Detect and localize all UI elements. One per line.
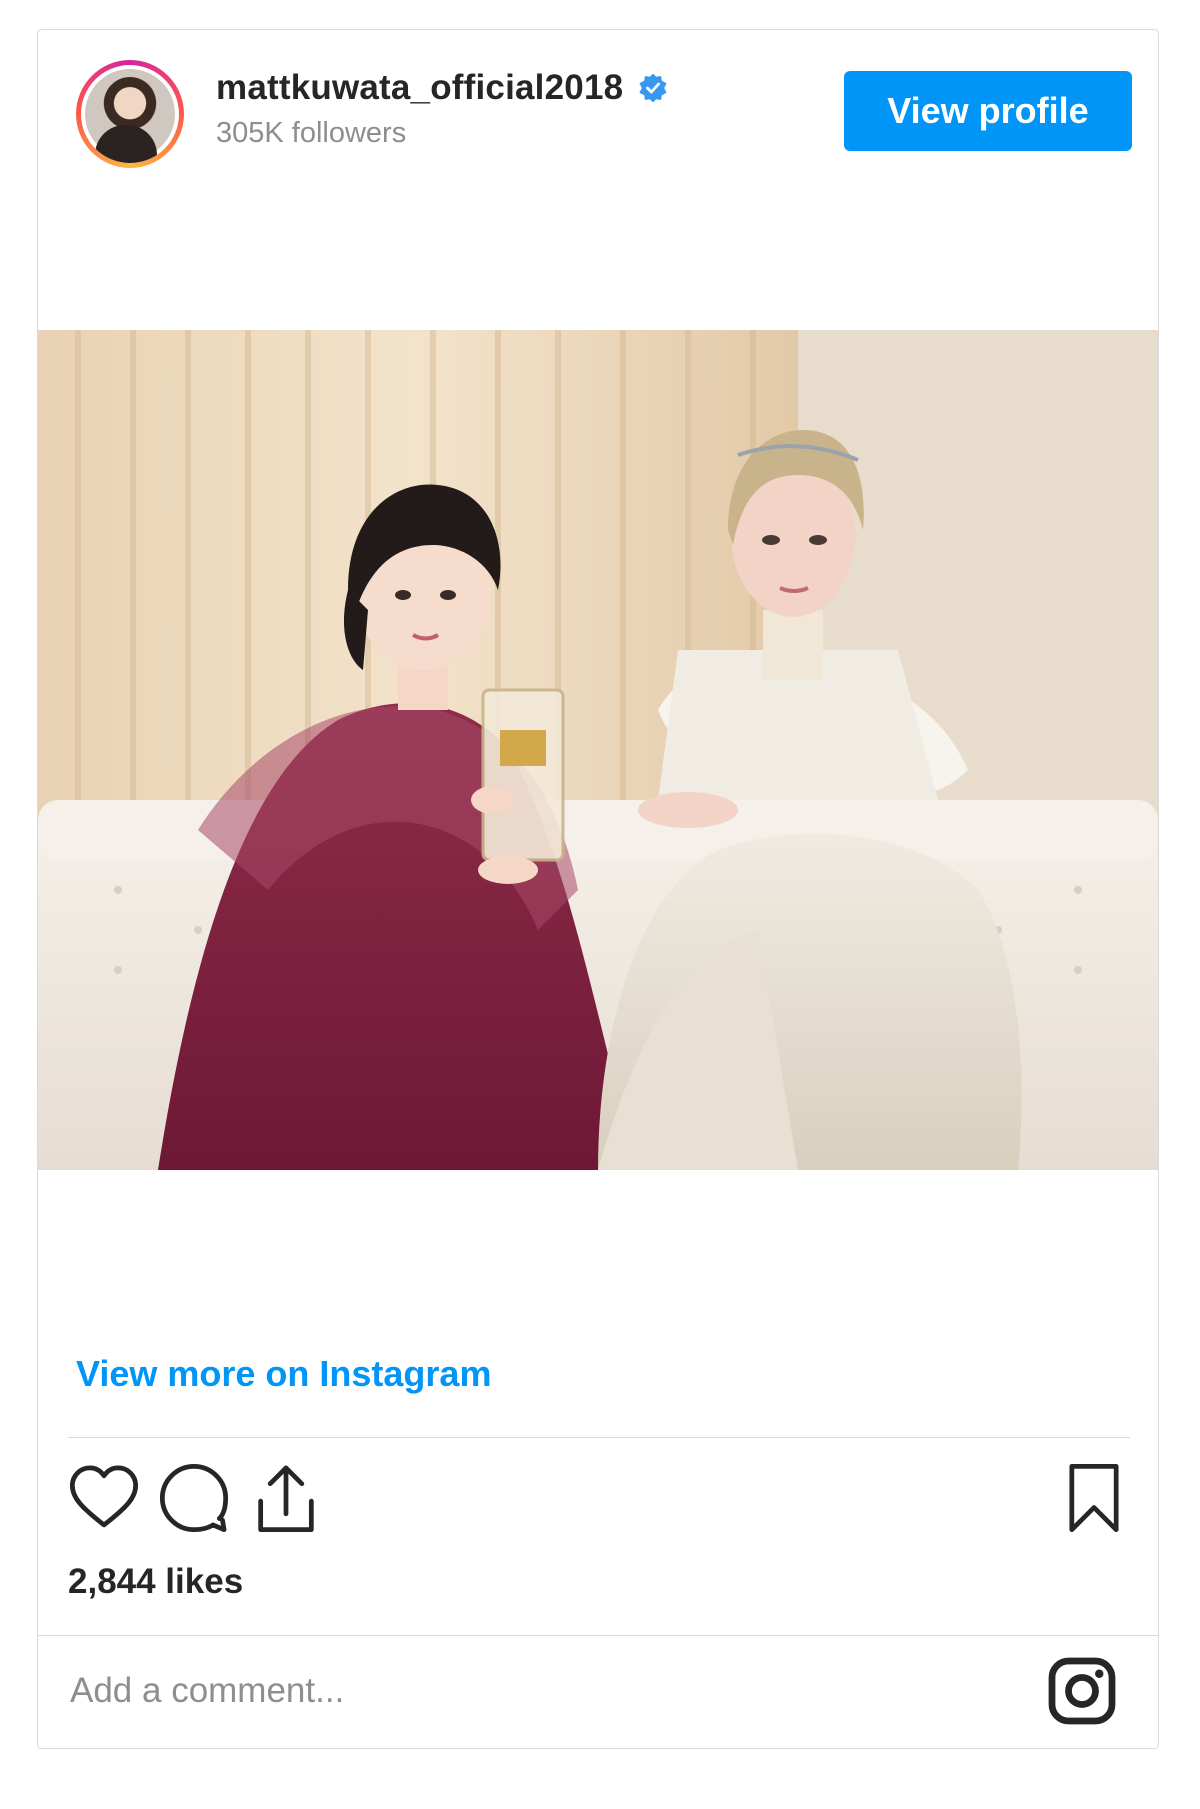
followers-count: 305K followers (216, 117, 407, 149)
bookmark-icon[interactable] (1056, 1460, 1132, 1536)
heart-icon[interactable] (66, 1460, 142, 1536)
verified-icon (639, 73, 667, 103)
instagram-embed-card: mattkuwata_official2018 305K followers V… (37, 29, 1159, 1749)
instagram-icon[interactable] (1046, 1655, 1118, 1727)
comment-icon[interactable] (156, 1460, 232, 1536)
likes-count: 2,844 likes (68, 1562, 244, 1601)
avatar-image (81, 65, 179, 163)
post-actions (66, 1460, 1130, 1550)
post-header: mattkuwata_official2018 305K followers V… (38, 30, 1158, 220)
username[interactable]: mattkuwata_official2018 (216, 68, 623, 108)
view-more-link[interactable]: View more on Instagram (76, 1353, 491, 1395)
comment-input[interactable] (68, 1650, 932, 1732)
divider (38, 1635, 1158, 1636)
avatar[interactable] (76, 60, 184, 168)
username-row: mattkuwata_official2018 (216, 68, 669, 108)
share-icon[interactable] (248, 1460, 324, 1536)
view-profile-button[interactable]: View profile (844, 71, 1132, 151)
post-image[interactable] (38, 330, 1158, 1170)
divider (68, 1437, 1130, 1438)
